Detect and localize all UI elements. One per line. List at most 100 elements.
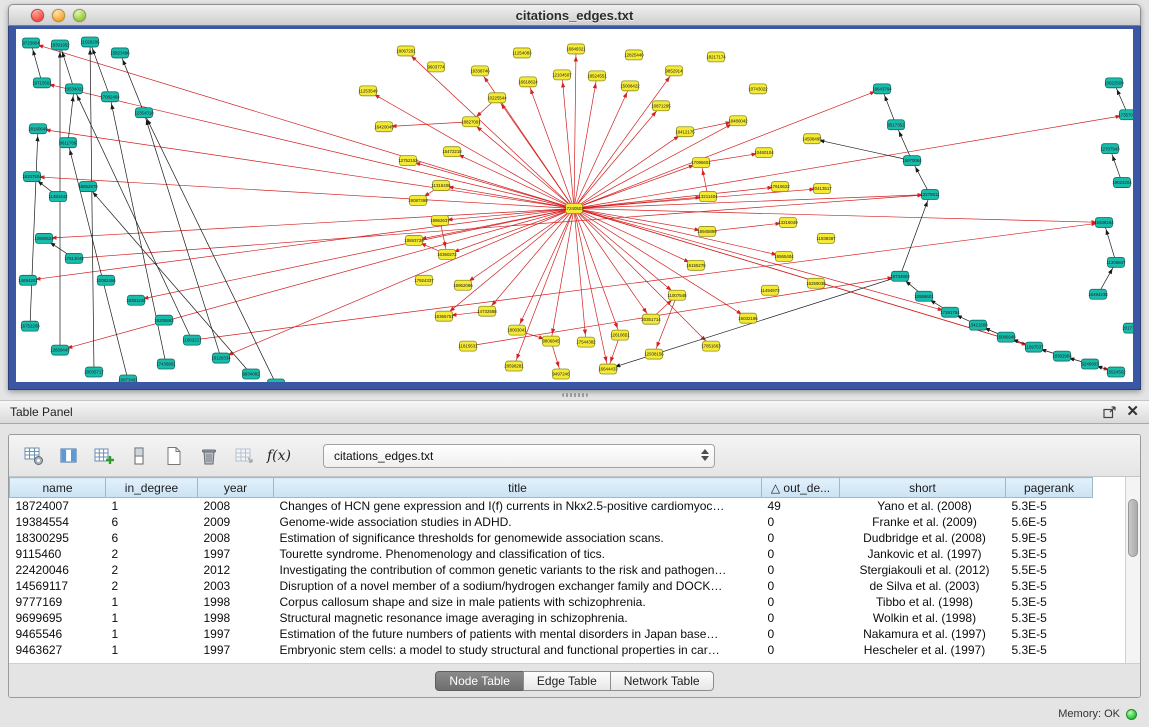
import-table-icon[interactable] <box>231 443 257 469</box>
cell-short: Nakamura et al. (1997) <box>840 626 1006 642</box>
new-file-icon[interactable] <box>161 443 187 469</box>
close-panel-icon[interactable]: ✕ <box>1126 405 1139 419</box>
network-node-label: 20598281 <box>504 364 524 369</box>
zoom-window-button[interactable] <box>73 9 86 22</box>
table-panel-title: Table Panel <box>10 405 73 419</box>
network-edge[interactable] <box>574 208 784 256</box>
table-row[interactable]: 946554611997Estimation of the future num… <box>10 626 1093 642</box>
column-header-short[interactable]: short <box>840 478 1006 498</box>
network-edge[interactable] <box>32 177 574 209</box>
minimize-window-button[interactable] <box>52 9 65 22</box>
network-edge[interactable] <box>90 42 94 372</box>
network-edge[interactable] <box>900 195 930 277</box>
network-edge[interactable] <box>574 208 748 318</box>
table-row[interactable]: 969969511998Structural magnetic resonanc… <box>10 610 1093 626</box>
cell-year: 1998 <box>198 594 274 610</box>
network-node-label: 19715501 <box>32 80 52 85</box>
network-window-titlebar[interactable]: citations_edges.txt <box>8 4 1141 26</box>
network-edge[interactable] <box>44 208 574 238</box>
tab-edge-table[interactable]: Edge Table <box>523 671 611 691</box>
network-edge[interactable] <box>574 208 950 312</box>
network-node-label: 17513045 <box>64 256 84 261</box>
cell-pagerank: 5.9E-5 <box>1006 530 1093 546</box>
delete-icon[interactable] <box>196 443 222 469</box>
network-edge[interactable] <box>60 45 74 89</box>
network-node-label: 19862637 <box>430 218 450 223</box>
network-edge[interactable] <box>551 208 574 341</box>
cell-name: 19384554 <box>10 514 106 530</box>
network-edge[interactable] <box>30 129 38 326</box>
network-node-label: 19087398 <box>408 198 428 203</box>
column-header-name[interactable]: name <box>10 478 106 498</box>
float-panel-icon[interactable] <box>1103 406 1116 419</box>
network-edge[interactable] <box>812 139 912 161</box>
table-row[interactable]: 946362711997Embryonic stem cells: a mode… <box>10 642 1093 658</box>
network-edge[interactable] <box>68 89 74 143</box>
network-edge[interactable] <box>468 276 900 346</box>
table-row[interactable]: 1872400712008Changes of HCN gene express… <box>10 498 1093 514</box>
network-edge[interactable] <box>562 75 574 209</box>
table-row[interactable]: 1938455462009Genome-wide association stu… <box>10 514 1093 530</box>
select-columns-icon[interactable] <box>56 443 82 469</box>
network-edge[interactable] <box>574 115 1128 209</box>
network-edge[interactable] <box>574 208 707 231</box>
tab-network-table[interactable]: Network Table <box>610 671 714 691</box>
network-edge[interactable] <box>1104 222 1116 262</box>
network-node-label: 12279011 <box>920 192 940 197</box>
window-title: citations_edges.txt <box>9 5 1140 26</box>
cell-out_degree: 0 <box>762 530 840 546</box>
table-row[interactable]: 977716911998Corpus callosum shape and si… <box>10 594 1093 610</box>
panel-splitter[interactable] <box>0 390 1149 400</box>
network-edge[interactable] <box>574 71 674 209</box>
tab-node-table[interactable]: Node Table <box>435 671 524 691</box>
network-edge[interactable] <box>574 49 576 209</box>
table-selector-dropdown[interactable]: citations_edges.txt <box>323 444 715 468</box>
network-canvas[interactable]: 1724050318524551121045071661862410225544… <box>16 29 1133 382</box>
network-edge[interactable] <box>452 152 574 209</box>
network-edge[interactable] <box>440 208 574 220</box>
network-edge[interactable] <box>574 208 586 342</box>
table-mode-icon[interactable] <box>21 443 47 469</box>
column-header-in_degree[interactable]: in_degree <box>106 478 198 498</box>
table-row[interactable]: 911546021997Tourette syndrome. Phenomeno… <box>10 546 1093 562</box>
network-edge[interactable] <box>60 208 574 350</box>
function-builder-icon[interactable]: f(x) <box>266 443 292 469</box>
cell-out_degree: 0 <box>762 626 840 642</box>
network-edge[interactable] <box>31 43 42 83</box>
network-edge[interactable] <box>574 195 930 209</box>
network-edge[interactable] <box>31 43 574 209</box>
row-height-icon[interactable] <box>126 443 152 469</box>
cell-year: 2008 <box>198 530 274 546</box>
memory-status-icon[interactable] <box>1126 709 1137 720</box>
network-edge[interactable] <box>144 113 276 382</box>
cell-short: Stergiakouli et al. (2012) <box>840 562 1006 578</box>
network-edge[interactable] <box>574 76 597 209</box>
network-node-label: 15472218 <box>442 149 462 154</box>
close-window-button[interactable] <box>31 9 44 22</box>
column-header-title[interactable]: title <box>274 478 762 498</box>
network-node-label: 17924337 <box>414 278 434 283</box>
column-header-year[interactable]: year <box>198 478 274 498</box>
vertical-scrollbar[interactable] <box>1125 477 1140 663</box>
network-edge[interactable] <box>444 208 574 316</box>
network-edge[interactable] <box>28 208 574 280</box>
network-node-label: 10922509 <box>1104 80 1124 85</box>
network-edge[interactable] <box>384 122 471 127</box>
network-edge[interactable] <box>221 208 574 358</box>
table-row[interactable]: 1830029562008Estimation of significance … <box>10 530 1093 546</box>
network-edge[interactable] <box>654 295 677 354</box>
application-window: citations_edges.txt 17240503185245511210… <box>0 0 1149 727</box>
column-header-out_degree[interactable]: △ out_de... <box>762 478 840 498</box>
table-row[interactable]: 1456911722003Disruption of a novel membe… <box>10 578 1093 594</box>
network-node-label: 16644433 <box>598 367 618 372</box>
column-header-pagerank[interactable]: pagerank <box>1006 478 1093 498</box>
network-edge[interactable] <box>517 208 574 330</box>
add-column-icon[interactable] <box>91 443 117 469</box>
network-edge[interactable] <box>480 71 574 209</box>
table-row[interactable]: 2242004622012Investigating the contribut… <box>10 562 1093 578</box>
scrollbar-thumb[interactable] <box>1128 499 1138 557</box>
network-edge[interactable] <box>707 222 788 231</box>
cell-in_degree: 1 <box>106 642 198 658</box>
network-edge[interactable] <box>90 42 110 97</box>
network-node-label: 16494238 <box>1088 292 1108 297</box>
